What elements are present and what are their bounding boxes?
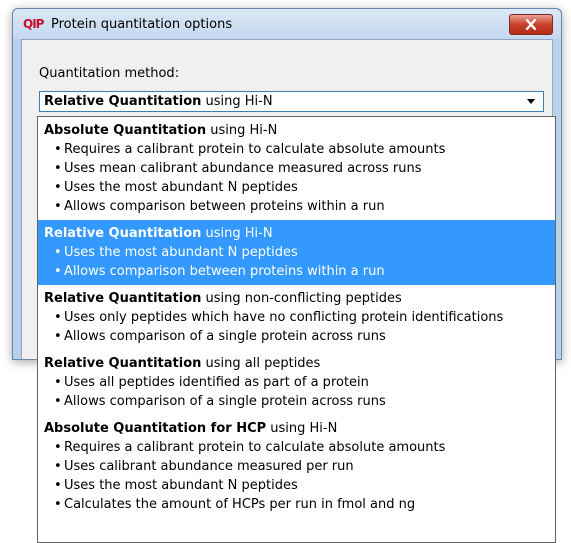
option-heading-bold: Absolute Quantitation [44,123,207,138]
option-bullet: Calculates the amount of HCPs per run in… [44,495,555,514]
option-bullet: Uses calibrant abundance measured per ru… [44,457,555,476]
option-absolute-hcp-hi-n[interactable]: Absolute Quantitation for HCP using Hi-N… [38,415,555,518]
option-heading-bold: Absolute Quantitation for HCP [44,421,267,436]
close-button[interactable] [509,14,553,35]
option-heading-bold: Relative Quantitation [44,226,202,241]
option-bullet: Requires a calibrant protein to calculat… [44,438,555,457]
option-absolute-hi-n[interactable]: Absolute Quantitation using Hi-N Require… [38,117,555,220]
selected-method-bold: Relative Quantitation [44,94,202,109]
option-heading-bold: Relative Quantitation [44,356,202,371]
selected-method-rest: using Hi-N [201,94,273,109]
option-bullet: Uses the most abundant N peptides [44,243,555,262]
option-bullets: Requires a calibrant protein to calculat… [44,140,555,216]
quantitation-method-select[interactable]: Relative Quantitation using Hi-N [39,91,544,112]
option-heading-bold: Relative Quantitation [44,291,202,306]
option-bullets: Uses only peptides which have no conflic… [44,308,555,346]
option-bullet: Allows comparison of a single protein ac… [44,327,555,346]
close-icon [525,19,537,30]
option-bullet: Uses the most abundant N peptides [44,476,555,495]
option-heading: Absolute Quantitation for HCP using Hi-N [44,419,555,438]
option-relative-all-peptides[interactable]: Relative Quantitation using all peptides… [38,350,555,415]
option-bullets: Requires a calibrant protein to calculat… [44,438,555,514]
option-bullet: Requires a calibrant protein to calculat… [44,140,555,159]
option-bullet: Allows comparison between proteins withi… [44,262,555,281]
option-heading-rest: using Hi-N [201,226,273,241]
option-heading-rest: using Hi-N [266,421,338,436]
app-logo-icon: QIP [23,17,44,31]
option-bullet: Uses all peptides identified as part of … [44,373,555,392]
option-heading-rest: using Hi-N [206,123,278,138]
option-heading-rest: using all peptides [201,356,321,371]
option-bullet: Allows comparison between proteins withi… [44,197,555,216]
window-title: Protein quantitation options [51,17,233,32]
chevron-down-icon[interactable] [527,99,535,104]
quantitation-method-dropdown-list: Absolute Quantitation using Hi-N Require… [37,116,556,543]
option-bullet: Allows comparison of a single protein ac… [44,392,555,411]
selected-method-text: Relative Quantitation using Hi-N [44,94,273,109]
option-bullet: Uses mean calibrant abundance measured a… [44,159,555,178]
option-heading: Relative Quantitation using all peptides [44,354,555,373]
option-bullet: Uses the most abundant N peptides [44,178,555,197]
option-bullet: Uses only peptides which have no conflic… [44,308,555,327]
option-relative-non-conflicting[interactable]: Relative Quantitation using non-conflict… [38,285,555,350]
option-relative-hi-n[interactable]: Relative Quantitation using Hi-N Uses th… [38,220,555,285]
option-heading-rest: using non-conflicting peptides [201,291,402,306]
quantitation-method-label: Quantitation method: [39,66,180,81]
option-heading: Relative Quantitation using non-conflict… [44,289,555,308]
option-heading: Absolute Quantitation using Hi-N [44,121,555,140]
option-bullets: Uses all peptides identified as part of … [44,373,555,411]
option-bullets: Uses the most abundant N peptides Allows… [44,243,555,281]
option-heading: Relative Quantitation using Hi-N [44,224,555,243]
title-bar[interactable]: QIP Protein quantitation options [13,9,561,39]
